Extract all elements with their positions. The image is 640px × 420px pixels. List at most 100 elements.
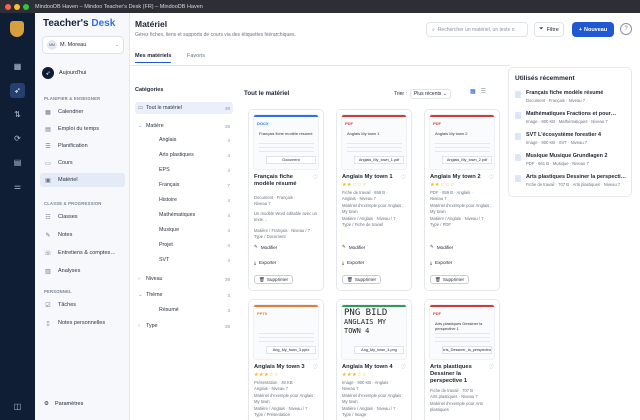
card-meta: Fiche de travail · 707 B ·Arts plastique…	[430, 388, 496, 399]
filter-button[interactable]: ⏷Filtre	[534, 22, 564, 37]
thumb-heading: PDF	[433, 121, 441, 126]
category-row[interactable]: Résumé3	[156, 304, 233, 316]
search-icon: ⌕	[432, 27, 435, 33]
material-card[interactable]: PDF Anglais My town 1 Anglais_My_town_1.pd…	[336, 109, 412, 291]
close-window-button[interactable]	[5, 4, 11, 10]
material-card[interactable]: PNG BILDANGLAIS MY TOWN 4Ang_My_town_4.p…	[336, 299, 412, 420]
category-row[interactable]: ▭Tout le matériel39	[135, 102, 233, 114]
edit-button[interactable]: ✎Modifier	[430, 244, 453, 250]
chevron-right-icon[interactable]: ›	[138, 276, 146, 282]
sidebar-item-entretiens[interactable]: ☏Entretiens & comptes…	[40, 246, 125, 260]
delete-button[interactable]: 🗑Supprimer	[254, 275, 293, 284]
card-title: Anglais My town 1	[342, 174, 400, 181]
export-button[interactable]: ⤓Exporter	[430, 260, 452, 265]
heart-icon[interactable]: ♡	[489, 364, 494, 371]
heart-icon[interactable]: ♡	[313, 174, 318, 181]
category-row[interactable]: Français7	[156, 179, 233, 191]
edit-button[interactable]: ✎Modifier	[254, 244, 277, 250]
sidebar-toggle-icon[interactable]: ◫	[10, 399, 25, 414]
category-label: SVT	[159, 257, 169, 263]
category-row[interactable]: Mathématiques4	[156, 209, 233, 221]
category-count: 39	[225, 324, 230, 329]
today-link[interactable]: ➶ Aujourd'hui	[42, 67, 86, 79]
rocket-icon[interactable]: ➶	[10, 83, 25, 98]
checkbox-icon: ☑	[44, 302, 52, 309]
category-row[interactable]: Histoire4	[156, 194, 233, 206]
chevron-down-icon[interactable]: ⌄	[138, 292, 146, 298]
grid-view-icon[interactable]: ▦	[470, 88, 476, 95]
category-count: 4	[227, 153, 230, 158]
category-row[interactable]: Projet4	[156, 239, 233, 251]
sidebar-item-classes[interactable]: ☷Classes	[40, 210, 125, 224]
heart-icon[interactable]: ♡	[401, 364, 406, 371]
material-card[interactable]: PDFArts plastiques Dessiner la perspecti…	[424, 299, 500, 420]
sidebar-item-taches[interactable]: ☑Tâches	[40, 298, 125, 312]
minimize-window-button[interactable]	[14, 4, 20, 10]
tab-mes-materiels[interactable]: Mes matériels	[135, 53, 171, 63]
sidebar-item-emploi-du-temps[interactable]: ▤Emploi du temps	[40, 122, 125, 136]
new-button[interactable]: +Nouveau	[572, 22, 614, 37]
dashboard-icon[interactable]: ▦	[10, 59, 25, 74]
rating-stars[interactable]: ★★☆☆☆	[430, 182, 455, 188]
search-input[interactable]: ⌕Rechercher un matériel, un texte o	[426, 22, 528, 37]
category-count: 4	[227, 198, 230, 203]
thumbnail: PNG BILDANGLAIS MY TOWN 4Ang_My_town_4.p…	[341, 304, 407, 360]
category-count: 39	[225, 124, 230, 129]
thumb-line	[347, 143, 402, 144]
heart-icon[interactable]: ♡	[401, 174, 406, 181]
sidebar-item-planification[interactable]: ☰Planification	[40, 139, 125, 153]
category-row[interactable]: Arts plastiques4	[156, 149, 233, 161]
section-heading: PERSONNEL	[44, 289, 72, 294]
material-card[interactable]: DOCXFrançais fiche modèle résuméDocument…	[248, 109, 324, 291]
rating-stars[interactable]: ★★★☆☆	[342, 372, 367, 378]
list-icon: ☰	[44, 143, 52, 150]
card-meta: Fiche de travail · 659 B ·Anglais · Nive…	[342, 190, 408, 201]
sync-icon[interactable]: ⟳	[10, 131, 25, 146]
category-row[interactable]: ›Type39	[135, 320, 233, 332]
sidebar-item-analyses[interactable]: ▥Analyses	[40, 264, 125, 278]
recent-item-name: Mathématiques Fractions et pour…	[526, 111, 626, 117]
category-row[interactable]: Anglais4	[156, 134, 233, 146]
category-row[interactable]: Musique4	[156, 224, 233, 236]
delete-button[interactable]: 🗑Supprimer	[342, 275, 381, 284]
edit-button[interactable]: ✎Modifier	[342, 244, 365, 250]
rating-stars[interactable]: ★★☆☆☆	[342, 182, 367, 188]
sliders-icon[interactable]: ⚌	[10, 179, 25, 194]
heart-icon[interactable]: ♡	[489, 174, 494, 181]
category-row[interactable]: ⌄Thème3	[135, 289, 233, 301]
chevron-right-icon[interactable]: ›	[138, 323, 146, 329]
user-selector[interactable]: MM M. Moreau ⌄	[42, 36, 124, 54]
rating-stars[interactable]: ★★★☆☆	[254, 372, 279, 378]
material-card[interactable]: PPTXAng_My_town_3.pptxAnglais My town 3♡…	[248, 299, 324, 420]
chevron-down-icon[interactable]: ⌄	[138, 123, 146, 129]
list-view-icon[interactable]: ☰	[481, 88, 486, 95]
recent-item-meta: Image · 900 KB · SVT · Niveau 7	[526, 140, 587, 145]
material-card[interactable]: PDFAnglais My town 2Anglais_My_town_2.pd…	[424, 109, 500, 291]
export-button[interactable]: ⤓Exporter	[342, 260, 364, 265]
sidebar-item-materiel[interactable]: ▣Matériel	[40, 173, 125, 187]
sidebar-item-cours[interactable]: ▭Cours	[40, 156, 125, 170]
category-row[interactable]: EPS4	[156, 164, 233, 176]
settings-link[interactable]: ⚙Paramètres	[44, 401, 83, 407]
category-row[interactable]: SVT4	[156, 254, 233, 266]
inbox-icon[interactable]: ▤	[10, 155, 25, 170]
delete-button[interactable]: 🗑Supprimer	[430, 275, 469, 284]
sort-select[interactable]: Plus récents ⌄	[410, 89, 451, 99]
sidebar-item-calendrier[interactable]: ▦Calendrier	[40, 105, 125, 119]
category-row[interactable]: ›Niveau39	[135, 273, 233, 285]
heart-icon[interactable]: ♡	[313, 364, 318, 371]
help-icon[interactable]: ?	[620, 23, 632, 35]
thumb-heading: PDF	[433, 311, 441, 316]
card-description: Matériel d'exemple pour Anglais : My tow…	[254, 393, 320, 404]
zoom-window-button[interactable]	[23, 4, 29, 10]
card-meta: Présentation · 48 KB ·Anglais · Niveau 7	[254, 380, 320, 391]
export-button[interactable]: ⤓Exporter	[254, 260, 276, 265]
category-row[interactable]: ⌄Matière39	[135, 120, 233, 132]
sidebar-item-notes-personnelles[interactable]: ▯Notes personnelles	[40, 316, 125, 330]
sidebar-item-notes[interactable]: ✎Notes	[40, 228, 125, 242]
thumb-heading: PDF	[345, 121, 353, 126]
arrows-icon[interactable]: ⇅	[10, 107, 25, 122]
sort-control[interactable]: Trier : Plus récents ⌄	[394, 87, 464, 100]
tab-favoris[interactable]: Favoris	[187, 53, 205, 59]
file-name: Anglais_My_town_1.pdf	[354, 156, 404, 164]
